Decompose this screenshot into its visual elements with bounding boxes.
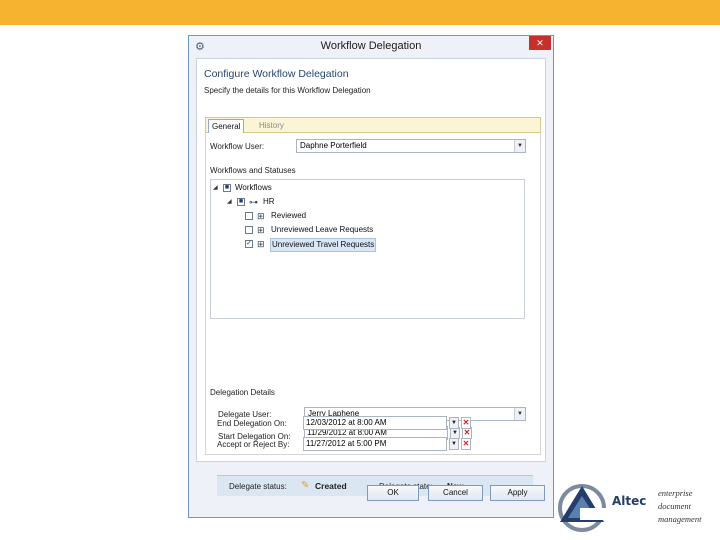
checkbox-partial[interactable]: ■ xyxy=(223,184,231,192)
close-button[interactable]: ✕ xyxy=(529,36,551,50)
tab-strip: General History xyxy=(205,117,541,133)
checkbox-partial[interactable]: ■ xyxy=(237,198,245,206)
altec-logo-mark xyxy=(558,484,610,532)
checkbox[interactable] xyxy=(245,226,253,234)
chevron-down-icon[interactable]: ▼ xyxy=(514,140,525,152)
delegate-user-label: Delegate User: xyxy=(218,410,272,419)
workflow-delegation-dialog: ⚙ Workflow Delegation ✕ Configure Workfl… xyxy=(188,35,554,518)
calendar-dropdown-icon[interactable]: ▼ xyxy=(449,417,459,429)
status-flow-icon: ⊞ xyxy=(257,225,265,235)
page-subtitle: Specify the details for this Workflow De… xyxy=(204,86,371,95)
workflows-section-label: Workflows and Statuses xyxy=(210,166,296,175)
delegate-status-label: Delegate status: xyxy=(229,482,287,491)
accept-reject-label: Accept or Reject By: xyxy=(217,440,290,449)
tree-item-selected[interactable]: ✓ ⊞ Unreviewed Travel Requests xyxy=(245,238,415,252)
end-delegation-input[interactable]: 12/03/2012 at 8:00 AM xyxy=(303,416,447,430)
accept-reject-input[interactable]: 11/27/2012 at 5:00 PM xyxy=(303,437,447,451)
checkbox-checked[interactable]: ✓ xyxy=(245,240,253,248)
apply-button[interactable]: Apply xyxy=(490,485,545,501)
clear-icon[interactable]: ✕ xyxy=(461,417,471,429)
general-tab-panel: Workflow User: Daphne Porterfield ▼ Work… xyxy=(205,133,541,455)
page-title: Configure Workflow Delegation xyxy=(204,68,349,80)
altec-logo: Altec enterprise document management xyxy=(558,478,718,534)
logo-tagline-line: management xyxy=(658,514,702,524)
logo-tagline-line: document xyxy=(658,501,692,511)
clear-icon[interactable]: ✕ xyxy=(461,438,471,450)
window-title: Workflow Delegation xyxy=(320,40,422,52)
tree-node-workflows[interactable]: ◢ ■ Workflows xyxy=(213,182,333,194)
dialog-content: Configure Workflow Delegation Specify th… xyxy=(196,58,546,496)
workflow-user-label: Workflow User: xyxy=(210,142,265,151)
checkbox[interactable] xyxy=(245,212,253,220)
title-bar[interactable]: ⚙ Workflow Delegation ✕ xyxy=(189,36,553,58)
top-accent-bar xyxy=(0,0,720,25)
created-status-icon: ✎ xyxy=(301,480,310,491)
tree-node-hr[interactable]: ◢ ■ ⊶ HR xyxy=(227,196,327,208)
status-flow-icon: ⊞ xyxy=(257,211,265,221)
collapse-arrow-icon[interactable]: ◢ xyxy=(227,196,232,208)
cancel-button[interactable]: Cancel xyxy=(428,485,483,501)
tree-item[interactable]: ⊞ Unreviewed Leave Requests xyxy=(245,224,405,236)
workflow-user-value: Daphne Porterfield xyxy=(300,141,367,150)
status-flow-icon: ⊞ xyxy=(257,239,265,249)
logo-wordmark: Altec xyxy=(612,494,647,508)
workflow-user-select[interactable]: Daphne Porterfield ▼ xyxy=(296,139,526,153)
workflow-tree: ◢ ■ Workflows ◢ ■ ⊶ HR ⊞ Reviewed ⊞ Unre… xyxy=(210,179,525,319)
end-delegation-label: End Delegation On: xyxy=(217,419,287,428)
tree-item[interactable]: ⊞ Reviewed xyxy=(245,210,385,222)
delegate-status-value: Created xyxy=(315,481,347,491)
ok-button[interactable]: OK xyxy=(367,485,419,501)
tab-general[interactable]: General xyxy=(208,119,245,133)
collapse-arrow-icon[interactable]: ◢ xyxy=(213,182,218,194)
logo-tagline-line: enterprise xyxy=(658,488,693,498)
tab-history[interactable]: History xyxy=(256,119,287,133)
calendar-dropdown-icon[interactable]: ▼ xyxy=(449,438,459,450)
delegation-section-label: Delegation Details xyxy=(210,388,275,397)
hierarchy-icon: ⊶ xyxy=(249,197,258,207)
